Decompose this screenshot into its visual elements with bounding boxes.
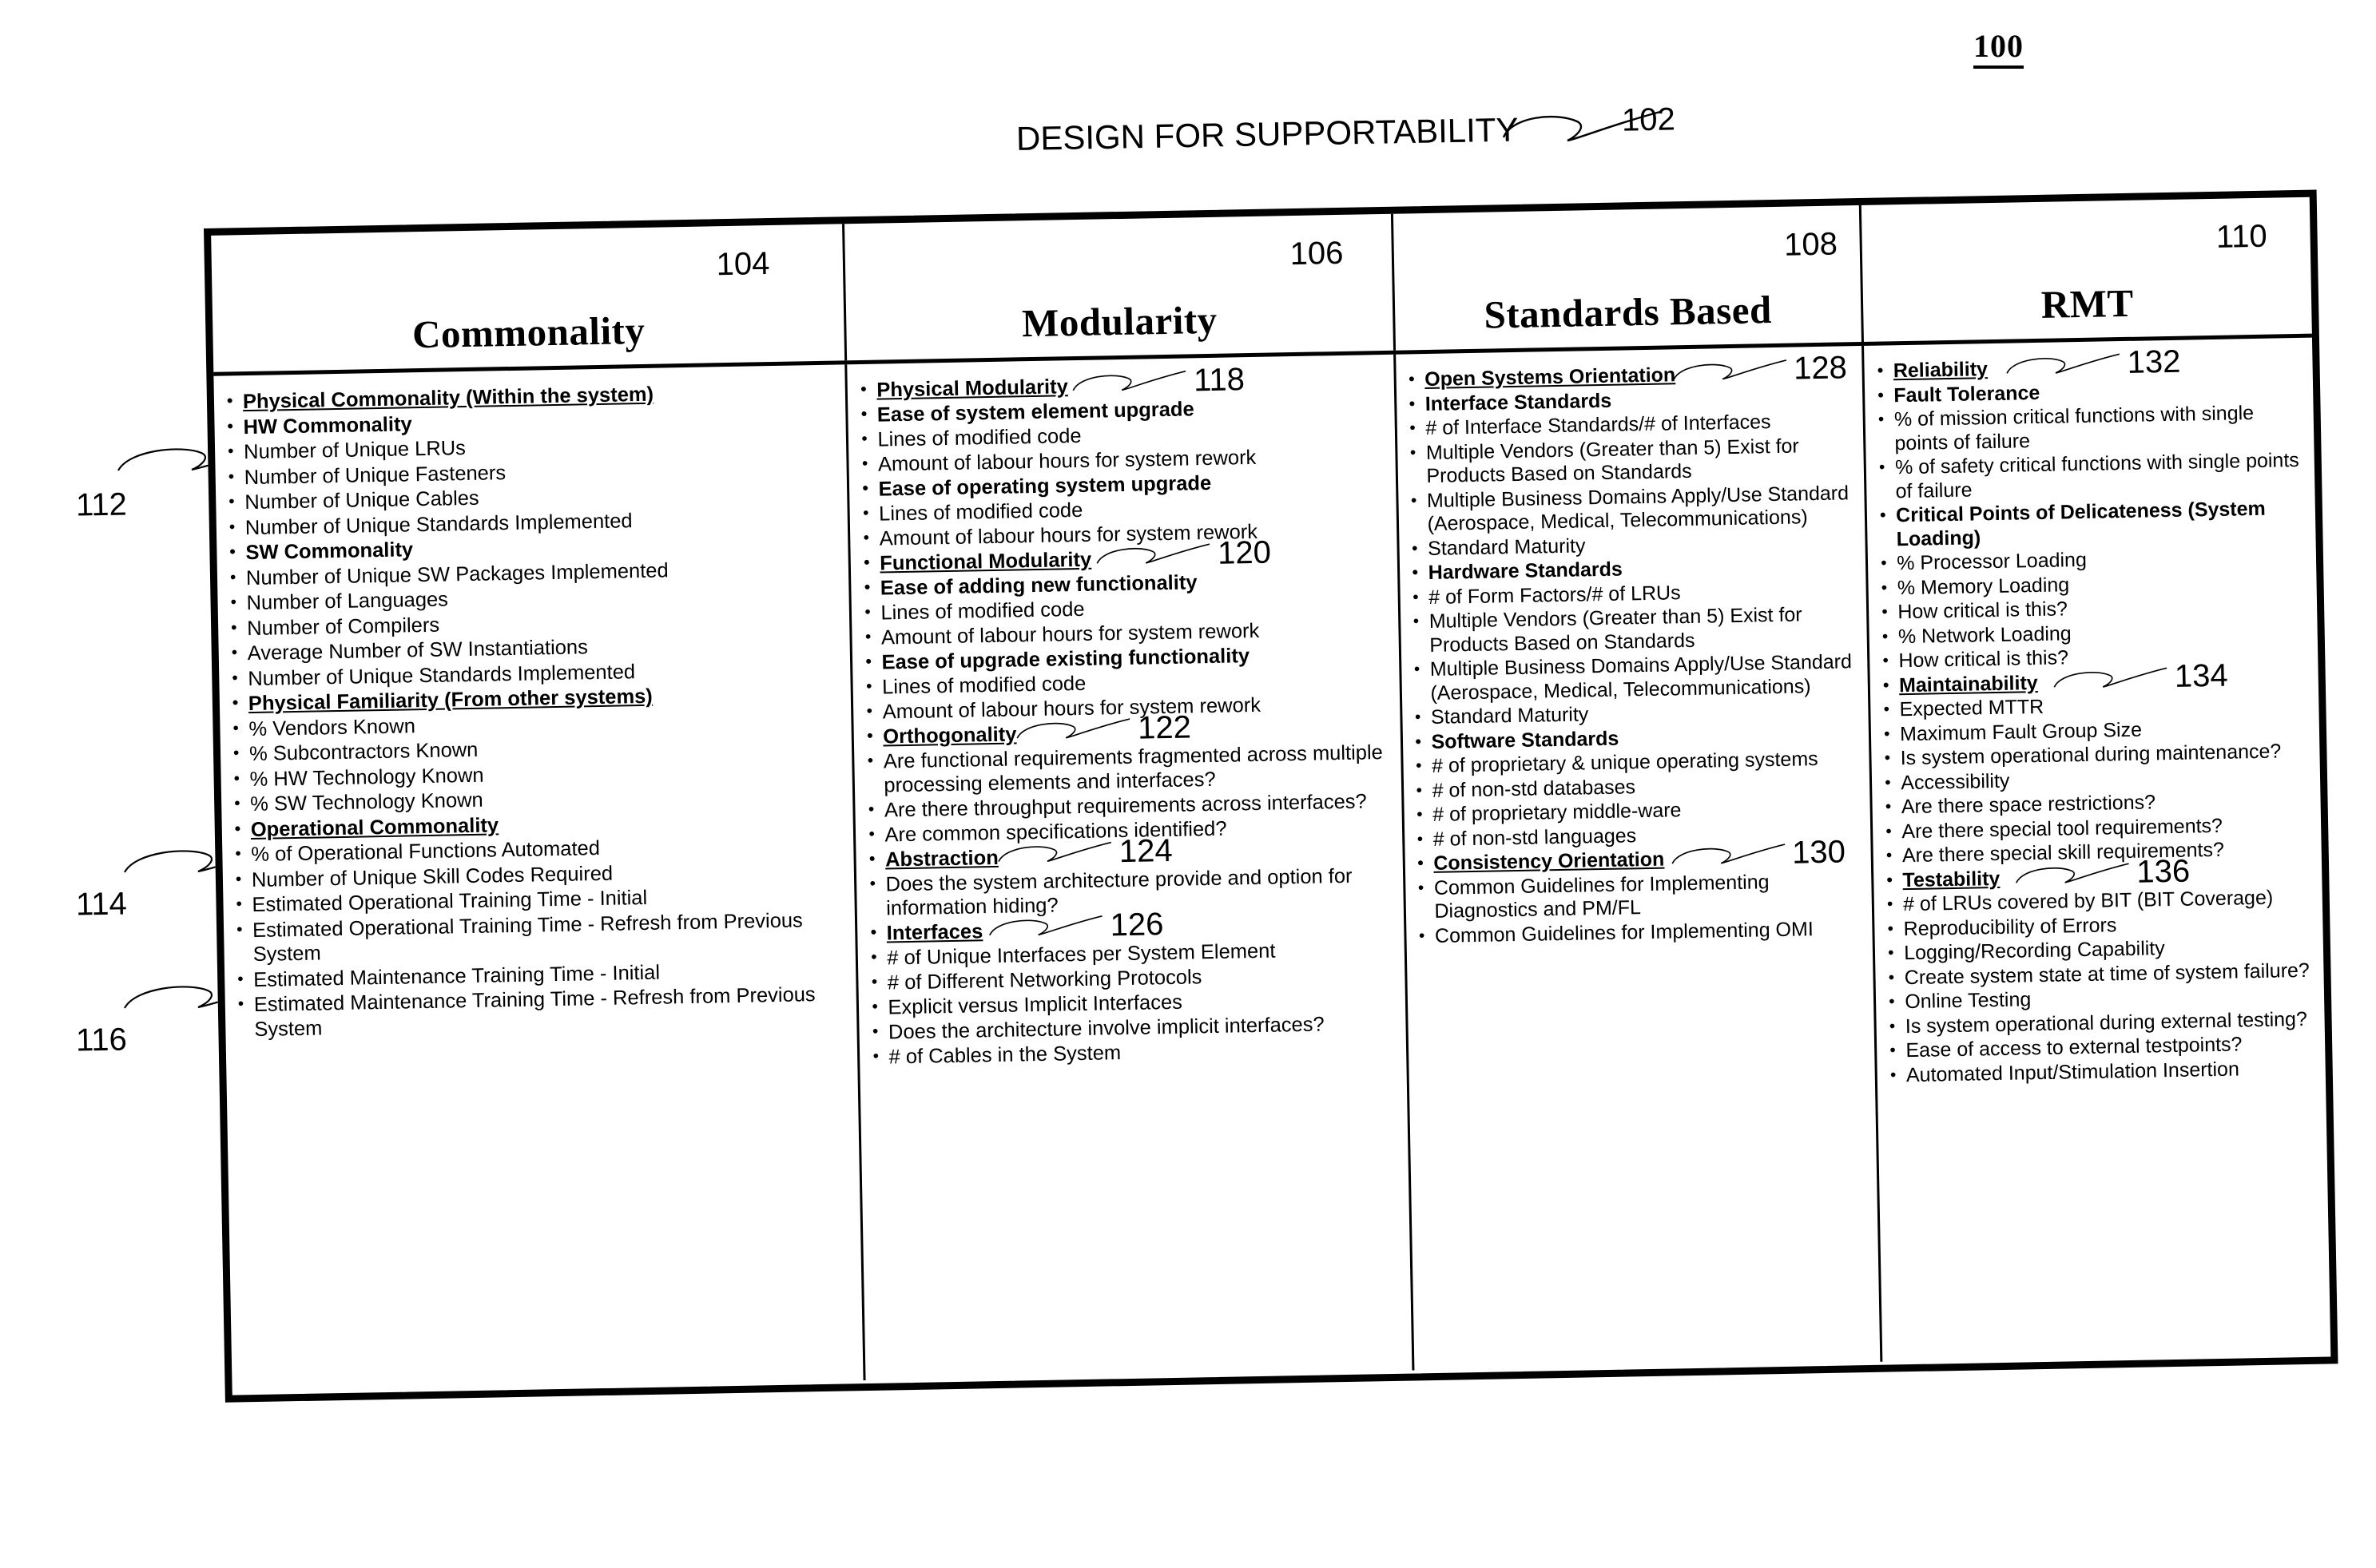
criteria-label: Multiple Vendors (Greater than 5) Exist … bbox=[1428, 603, 1802, 657]
column-body-standards-based: Open Systems Orientation128Interface Sta… bbox=[1395, 345, 1883, 1371]
criteria-item: Multiple Business Domains Apply/Use Stan… bbox=[1406, 482, 1857, 537]
column-ref-108: 108 bbox=[1783, 226, 1838, 263]
criteria-item: Critical Points of Delicateness (System … bbox=[1875, 497, 2308, 552]
criteria-list-modularity: Physical Modularity118Ease of system ele… bbox=[856, 362, 1398, 1070]
inline-reference-number: 132 bbox=[2127, 343, 2181, 381]
inline-reference-callout: 120 bbox=[1095, 534, 1272, 571]
leader-line-icon bbox=[2016, 862, 2129, 883]
column-header-standards-based: Standards Based 108 bbox=[1393, 204, 1865, 351]
column-header-modularity: Modularity 106 bbox=[844, 213, 1396, 361]
criteria-item: % of safety critical functions with sing… bbox=[1874, 449, 2307, 504]
criteria-list-standards-based: Open Systems Orientation128Interface Sta… bbox=[1404, 351, 1865, 948]
criteria-item: Common Guidelines for Implementing Diagn… bbox=[1413, 869, 1865, 924]
inline-reference-number: 126 bbox=[1110, 907, 1164, 943]
leader-line-icon bbox=[1096, 543, 1210, 564]
leader-line-icon bbox=[1072, 370, 1186, 391]
column-ref-104: 104 bbox=[716, 246, 770, 283]
criteria-item: Estimated Maintenance Training Time - Re… bbox=[233, 982, 849, 1042]
criteria-label: Critical Points of Delicateness (System … bbox=[1895, 497, 2266, 550]
criteria-label: Estimated Maintenance Training Time - Re… bbox=[253, 983, 816, 1041]
inline-reference-callout: 126 bbox=[987, 907, 1164, 943]
criteria-list-rmt: Reliability132Fault Tolerance% of missio… bbox=[1873, 344, 2318, 1088]
criteria-item: Are functional requirements fragmented a… bbox=[863, 740, 1393, 798]
criteria-label: Multiple Business Domains Apply/Use Stan… bbox=[1429, 650, 1853, 705]
matrix-wrapper: Commonality 104 Modularity 106 Standards… bbox=[0, 0, 2376, 1568]
criteria-item: % of mission critical functions with sin… bbox=[1873, 401, 2306, 456]
column-title: Standards Based bbox=[1484, 288, 1773, 337]
inline-reference-number: 122 bbox=[1137, 709, 1192, 746]
criteria-item: Multiple Vendors (Greater than 5) Exist … bbox=[1405, 434, 1857, 489]
criteria-label: % of safety critical functions with sing… bbox=[1894, 448, 2300, 502]
leader-line-icon bbox=[998, 841, 1112, 862]
column-title: Commonality bbox=[411, 308, 646, 357]
column-body-rmt: Reliability132Fault Tolerance% of missio… bbox=[1864, 338, 2330, 1362]
inline-reference-callout: 124 bbox=[996, 832, 1174, 870]
column-header-rmt: RMT 110 bbox=[1861, 197, 2312, 342]
leader-line-icon bbox=[1016, 718, 1130, 739]
inline-reference-callout: 136 bbox=[2013, 853, 2191, 890]
criteria-item: Multiple Business Domains Apply/Use Stan… bbox=[1409, 650, 1861, 705]
inline-reference-callout: 134 bbox=[2052, 657, 2229, 694]
inline-reference-number: 134 bbox=[2174, 657, 2229, 694]
matrix-body-row: Physical Commonality (Within the system)… bbox=[213, 338, 2330, 1392]
inline-reference-number: 120 bbox=[1217, 534, 1272, 571]
design-for-supportability-matrix: Commonality 104 Modularity 106 Standards… bbox=[204, 189, 2338, 1403]
inline-reference-number: 124 bbox=[1118, 832, 1174, 870]
column-body-modularity: Physical Modularity118Ease of system ele… bbox=[847, 354, 1414, 1381]
inline-reference-number: 136 bbox=[2136, 853, 2191, 890]
inline-reference-callout: 132 bbox=[2004, 343, 2181, 381]
column-title: RMT bbox=[2040, 280, 2135, 327]
column-header-commonality: Commonality 104 bbox=[211, 224, 848, 372]
inline-reference-number: 130 bbox=[1791, 834, 1846, 871]
column-body-commonality: Physical Commonality (Within the system)… bbox=[213, 364, 867, 1392]
leader-line-icon bbox=[2006, 353, 2120, 374]
criteria-item: Multiple Vendors (Greater than 5) Exist … bbox=[1409, 602, 1860, 657]
inline-reference-callout: 130 bbox=[1669, 834, 1846, 871]
criteria-label: Common Guidelines for Implementing Diagn… bbox=[1433, 870, 1770, 923]
criteria-label: Multiple Business Domains Apply/Use Stan… bbox=[1426, 481, 1850, 535]
column-ref-106: 106 bbox=[1289, 235, 1344, 272]
inline-reference-number: 128 bbox=[1793, 350, 1848, 387]
inline-reference-callout: 128 bbox=[1671, 350, 1848, 387]
column-title: Modularity bbox=[1021, 297, 1218, 346]
criteria-label: Are functional requirements fragmented a… bbox=[883, 741, 1384, 797]
leader-line-icon bbox=[2053, 666, 2167, 688]
leader-line-icon bbox=[1672, 359, 1786, 380]
criteria-label: % of mission critical functions with sin… bbox=[1893, 402, 2255, 455]
criteria-label: Multiple Vendors (Greater than 5) Exist … bbox=[1425, 434, 1799, 488]
criteria-list-commonality: Physical Commonality (Within the system)… bbox=[222, 379, 849, 1042]
column-ref-110: 110 bbox=[2215, 218, 2268, 255]
inline-reference-callout: 118 bbox=[1071, 362, 1246, 399]
leader-line-icon bbox=[989, 915, 1103, 936]
inline-reference-number: 118 bbox=[1193, 362, 1246, 399]
inline-reference-callout: 122 bbox=[1015, 709, 1192, 746]
leader-line-icon bbox=[1671, 844, 1785, 864]
